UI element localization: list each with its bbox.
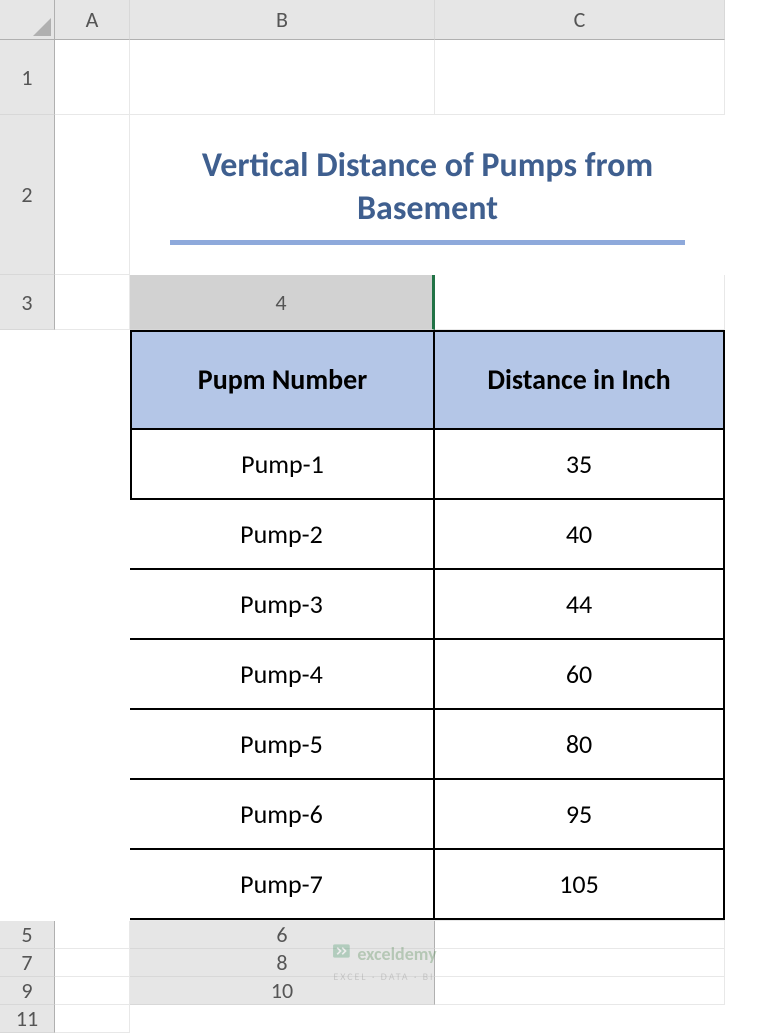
data-table: Pupm Number Distance in Inch Pump-1 35 P…: [130, 330, 725, 920]
cell-A1[interactable]: [55, 40, 130, 115]
table-row[interactable]: 44: [435, 570, 725, 640]
cell-B1[interactable]: [130, 40, 435, 115]
row-header-1[interactable]: 1: [0, 40, 55, 115]
row-header-2[interactable]: 2: [0, 115, 55, 275]
cell-A11[interactable]: [55, 1005, 130, 1033]
cell-A4[interactable]: [435, 275, 725, 330]
row-header-11[interactable]: 11: [0, 1005, 55, 1033]
row-header-5[interactable]: 5: [0, 921, 55, 949]
table-row[interactable]: Pump-6: [130, 780, 435, 850]
table-row[interactable]: 80: [435, 710, 725, 780]
cell-A9[interactable]: [55, 977, 130, 1005]
title-underline: [170, 240, 684, 245]
watermark-sub: EXCEL · DATA · BI: [333, 970, 434, 983]
row-header-7[interactable]: 7: [0, 949, 55, 977]
col-header-B[interactable]: B: [130, 0, 435, 40]
watermark-brand: exceldemy: [357, 943, 436, 965]
table-row[interactable]: 105: [435, 850, 725, 920]
col-header-C[interactable]: C: [435, 0, 725, 40]
table-row[interactable]: 40: [435, 500, 725, 570]
cell-A8[interactable]: [435, 949, 725, 977]
table-header-distance[interactable]: Distance in Inch: [435, 330, 725, 430]
logo-icon: [331, 941, 351, 966]
cell-A6[interactable]: [435, 921, 725, 949]
sheet-title: Vertical Distance of Pumps from Basement: [148, 145, 707, 230]
table-row[interactable]: Pump-4: [130, 640, 435, 710]
cell-A10[interactable]: [435, 977, 725, 1005]
cell-A3[interactable]: [55, 275, 130, 330]
table-header-pump[interactable]: Pupm Number: [130, 330, 435, 430]
watermark: exceldemy EXCEL · DATA · BI: [331, 941, 436, 983]
table-row[interactable]: 95: [435, 780, 725, 850]
cell-C1[interactable]: [435, 40, 725, 115]
table-row[interactable]: Pump-2: [130, 500, 435, 570]
row-header-9[interactable]: 9: [0, 977, 55, 1005]
row-header-4[interactable]: 4: [130, 275, 435, 330]
col-header-A[interactable]: A: [55, 0, 130, 40]
select-all-corner[interactable]: [0, 0, 55, 40]
table-row[interactable]: Pump-3: [130, 570, 435, 640]
spreadsheet-grid: A B C 1 2 Vertical Distance of Pumps fro…: [0, 0, 768, 1033]
cell-A5[interactable]: [55, 921, 130, 949]
cell-A2[interactable]: [55, 115, 130, 275]
table-row[interactable]: Pump-7: [130, 850, 435, 920]
table-row[interactable]: 35: [435, 430, 725, 500]
cell-A7[interactable]: [55, 949, 130, 977]
row-header-3[interactable]: 3: [0, 275, 55, 330]
table-row[interactable]: 60: [435, 640, 725, 710]
table-row[interactable]: Pump-1: [130, 430, 435, 500]
title-merged-cell[interactable]: Vertical Distance of Pumps from Basement: [130, 115, 725, 275]
table-row[interactable]: Pump-5: [130, 710, 435, 780]
